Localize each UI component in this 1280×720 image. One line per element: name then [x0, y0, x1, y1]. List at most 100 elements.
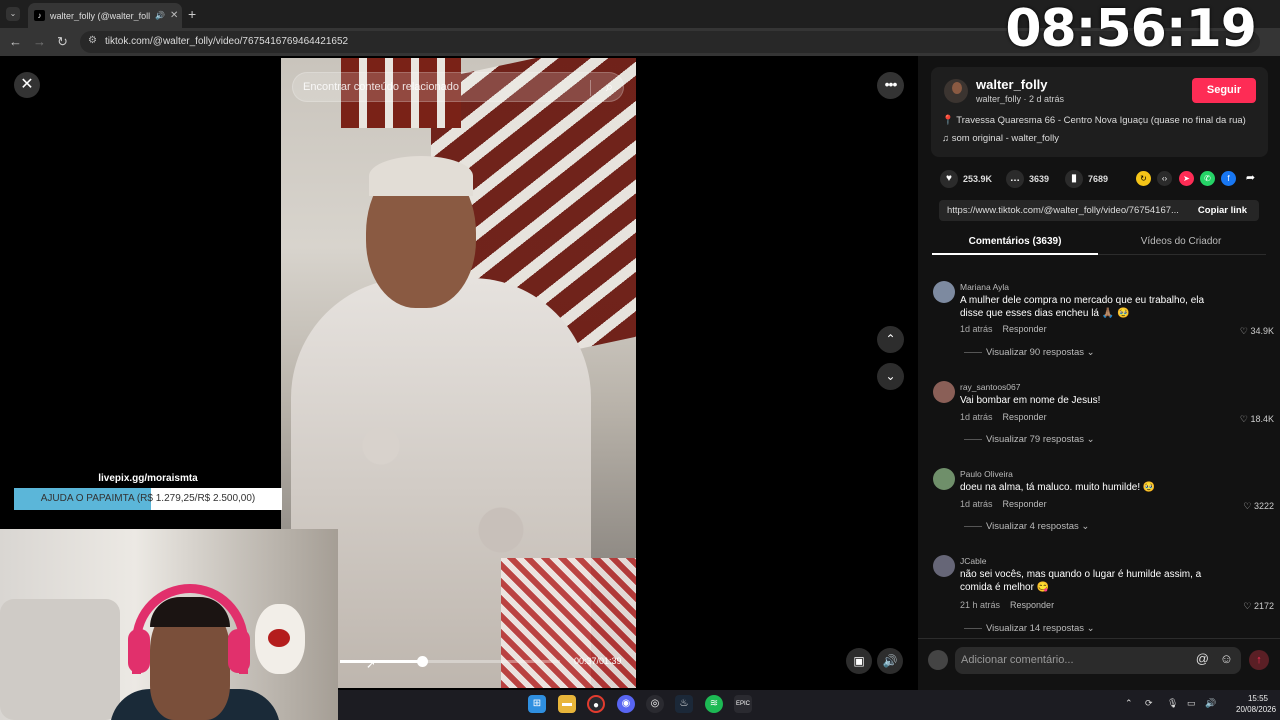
microphone-icon[interactable]: 🎙 [1167, 698, 1178, 709]
like-count: 253.9K [963, 174, 993, 184]
forward-button[interactable]: → [33, 34, 46, 49]
comment-count: 3639 [1029, 174, 1050, 184]
epic-games-icon[interactable]: EPIC [734, 695, 752, 713]
overlay-clock: 08:56:19 [1005, 0, 1257, 59]
spotify-icon[interactable]: ≋ [705, 695, 723, 713]
send-icon[interactable]: ➤ [1179, 171, 1194, 186]
floating-player-icon[interactable]: ▣ [846, 648, 872, 674]
comment-icon[interactable]: … [1006, 170, 1024, 188]
comment-like[interactable]: ♡ 34.9K [1240, 326, 1274, 337]
embed-icon[interactable]: ‹› [1157, 171, 1172, 186]
bookmark-icon[interactable]: ▮ [1065, 170, 1083, 188]
author-username[interactable]: walter_folly [976, 77, 1048, 92]
taskbar-clock[interactable]: 15:55 20/08/2026 [1236, 693, 1277, 715]
search-divider [590, 80, 591, 96]
obs-icon[interactable]: ◎ [646, 695, 664, 713]
chrome-icon[interactable]: ● [587, 695, 605, 713]
tab-close-icon[interactable]: ✕ [170, 10, 178, 21]
comment-meta: 1d atrás Responder [960, 412, 1047, 422]
related-search-input[interactable]: Encontrar conteúdo relacionado ⌕ [292, 72, 624, 102]
comment-like[interactable]: ♡ 18.4K [1240, 414, 1274, 425]
video-link-url[interactable]: https://www.tiktok.com/@walter_folly/vid… [947, 205, 1187, 216]
copy-link-button[interactable]: Copiar link [1198, 205, 1247, 216]
address-url[interactable]: tiktok.com/@walter_folly/video/767541676… [105, 36, 348, 47]
panel-tabs: Comentários (3639) Vídeos do Criador [932, 232, 1266, 255]
comment-item: ray_santoos067 Vai bombar em nome de Jes… [932, 381, 1274, 451]
author-avatar[interactable] [944, 79, 968, 103]
next-video-icon[interactable]: ⌄ [877, 363, 904, 390]
comment-text: Vai bombar em nome de Jesus! [960, 395, 1101, 406]
comment-avatar[interactable] [933, 381, 955, 403]
start-icon[interactable]: ⊞ [528, 695, 546, 713]
author-subline: walter_folly · 2 d atrás [976, 94, 1065, 104]
location-text[interactable]: 📍 Travessa Quaresma 66 - Centro Nova Igu… [942, 115, 1246, 126]
tray-overflow-icon[interactable]: ⌃ [1125, 698, 1133, 709]
close-icon[interactable]: ✕ [14, 72, 40, 98]
reply-button[interactable]: Responder [1003, 324, 1047, 334]
mention-icon[interactable]: @ [1196, 651, 1209, 666]
sound-link[interactable]: ♫ som original - walter_folly [942, 133, 1059, 144]
comment-avatar[interactable] [933, 468, 955, 490]
back-button[interactable]: ← [9, 34, 22, 49]
comment-avatar[interactable] [933, 281, 955, 303]
view-replies-button[interactable]: Visualizar 14 respostas ⌄ [964, 623, 1095, 634]
view-replies-button[interactable]: Visualizar 4 respostas ⌄ [964, 521, 1089, 532]
comment-item: Mariana Ayla A mulher dele compra no mer… [932, 281, 1274, 361]
reload-button[interactable]: ↻ [57, 34, 68, 50]
tab-audio-icon[interactable]: 🔊 [155, 11, 165, 20]
search-placeholder: Encontrar conteúdo relacionado [303, 81, 459, 93]
view-replies-button[interactable]: Visualizar 90 respostas ⌄ [964, 347, 1095, 358]
tab-comments[interactable]: Comentários (3639) [932, 236, 1098, 247]
share-arrow-icon[interactable]: ➦ [1243, 171, 1258, 186]
comment-author[interactable]: JCable [960, 556, 986, 566]
speaker-icon[interactable]: 🔊 [1205, 698, 1216, 709]
webcam-feed [0, 529, 338, 720]
comment-avatar[interactable] [933, 555, 955, 577]
comment-stat[interactable]: … 3639 [1006, 170, 1049, 188]
comment-like[interactable]: ♡ 2172 [1243, 601, 1274, 612]
comment-author[interactable]: ray_santoos067 [960, 382, 1021, 392]
volume-icon[interactable]: 🔊 [877, 648, 903, 674]
comment-time: 1d atrás [960, 324, 993, 334]
tray-app-icon[interactable]: ⟳ [1145, 698, 1153, 709]
tab-creator-videos[interactable]: Vídeos do Criador [1098, 236, 1264, 247]
webcam-sofa [0, 599, 120, 720]
comment-like-count: 18.4K [1250, 414, 1274, 424]
reply-button[interactable]: Responder [1003, 412, 1047, 422]
reply-button[interactable]: Responder [1003, 499, 1047, 509]
video-progress-fill [340, 660, 423, 663]
discord-icon[interactable]: ◉ [617, 695, 635, 713]
search-icon[interactable]: ⌕ [606, 79, 613, 95]
tiktok-favicon-icon: ♪ [34, 10, 45, 21]
comment-text: A mulher dele compra no mercado que eu t… [960, 295, 1205, 319]
more-icon[interactable]: ••• [877, 72, 904, 99]
emoji-icon[interactable]: ☺ [1220, 651, 1233, 666]
whatsapp-icon[interactable]: ✆ [1200, 171, 1215, 186]
file-explorer-icon[interactable]: ▬ [558, 695, 576, 713]
follow-button[interactable]: Seguir [1192, 78, 1256, 103]
comment-meta: 21 h atrás Responder [960, 600, 1054, 610]
network-icon[interactable]: ▭ [1187, 698, 1196, 709]
taskbar-date: 20/08/2026 [1236, 705, 1277, 714]
new-tab-button[interactable]: + [188, 6, 196, 22]
browser-tab[interactable]: ♪ walter_folly (@walter_folly) | 🔊 ✕ [28, 3, 182, 28]
repost-icon[interactable]: ↻ [1136, 171, 1151, 186]
comment-like[interactable]: ♡ 3222 [1243, 501, 1274, 512]
windows-taskbar [338, 690, 1280, 720]
steam-icon[interactable]: ♨ [675, 695, 693, 713]
heart-icon[interactable]: ♥ [940, 170, 958, 188]
previous-video-icon[interactable]: ⌃ [877, 326, 904, 353]
view-replies-button[interactable]: Visualizar 79 respostas ⌄ [964, 434, 1095, 445]
reply-button[interactable]: Responder [1010, 600, 1054, 610]
site-info-icon[interactable]: ⚙ [88, 35, 97, 46]
add-comment-input[interactable]: Adicionar comentário... @ ☺ [955, 647, 1241, 674]
webcam-headset-left [128, 629, 150, 673]
comment-author[interactable]: Mariana Ayla [960, 282, 1009, 292]
active-tab-underline [932, 253, 1098, 255]
facebook-icon[interactable]: f [1221, 171, 1236, 186]
save-stat[interactable]: ▮ 7689 [1065, 170, 1108, 188]
comment-author[interactable]: Paulo Oliveira [960, 469, 1013, 479]
tab-search-button[interactable]: ⌄ [6, 7, 20, 21]
like-stat[interactable]: ♥ 253.9K [940, 170, 992, 188]
post-comment-icon[interactable]: ↑ [1249, 650, 1269, 670]
